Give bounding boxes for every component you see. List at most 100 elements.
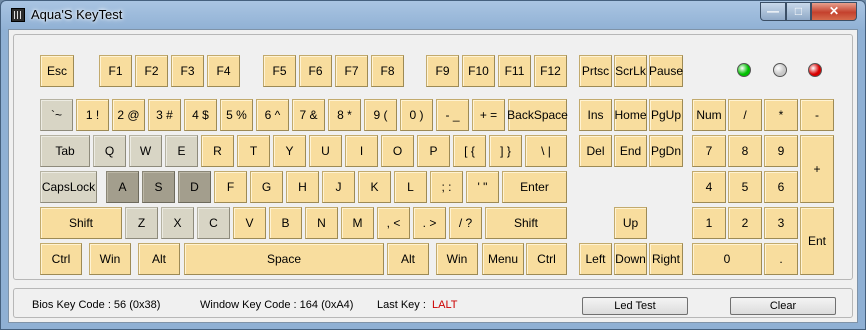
key-f3[interactable]: F3	[171, 55, 204, 87]
key-h[interactable]: H	[286, 171, 319, 203]
key-f1[interactable]: F1	[99, 55, 132, 87]
key-r[interactable]: R	[201, 135, 234, 167]
key-numpad-8[interactable]: 8	[728, 135, 762, 167]
key-prtsc[interactable]: Prtsc	[579, 55, 612, 87]
key-capslock[interactable]: CapsLock	[40, 171, 97, 203]
key-o[interactable]: O	[381, 135, 414, 167]
key-numpad-multiply[interactable]: *	[764, 99, 798, 131]
key-semicolon[interactable]: ; :	[430, 171, 463, 203]
key-5[interactable]: 5 %	[220, 99, 253, 131]
key-esc[interactable]: Esc	[40, 55, 74, 87]
key-numpad-add[interactable]: +	[800, 135, 834, 203]
key-x[interactable]: X	[161, 207, 194, 239]
key-end[interactable]: End	[614, 135, 647, 167]
key-f8[interactable]: F8	[371, 55, 404, 87]
key-right-ctrl[interactable]: Ctrl	[526, 243, 567, 275]
key-f12[interactable]: F12	[534, 55, 567, 87]
key-quote[interactable]: ' "	[466, 171, 499, 203]
key-numpad-divide[interactable]: /	[728, 99, 762, 131]
key-period[interactable]: . >	[413, 207, 446, 239]
key-arrow-up[interactable]: Up	[614, 207, 647, 239]
key-del[interactable]: Del	[579, 135, 612, 167]
key-arrow-down[interactable]: Down	[614, 243, 647, 275]
key-2[interactable]: 2 @	[112, 99, 145, 131]
key-p[interactable]: P	[417, 135, 450, 167]
key-0[interactable]: 0 )	[400, 99, 433, 131]
key-left-bracket[interactable]: [ {	[453, 135, 486, 167]
key-4[interactable]: 4 $	[184, 99, 217, 131]
key-f6[interactable]: F6	[299, 55, 332, 87]
key-f11[interactable]: F11	[498, 55, 531, 87]
key-3[interactable]: 3 #	[148, 99, 181, 131]
key-tab[interactable]: Tab	[40, 135, 90, 167]
key-home[interactable]: Home	[614, 99, 647, 131]
key-ins[interactable]: Ins	[579, 99, 612, 131]
key-backtick[interactable]: `~	[40, 99, 73, 131]
key-t[interactable]: T	[237, 135, 270, 167]
key-i[interactable]: I	[345, 135, 378, 167]
key-space[interactable]: Space	[184, 243, 384, 275]
key-f9[interactable]: F9	[426, 55, 459, 87]
maximize-button[interactable]: □	[786, 2, 811, 21]
key-left-shift[interactable]: Shift	[40, 207, 122, 239]
key-f[interactable]: F	[214, 171, 247, 203]
key-right-shift[interactable]: Shift	[485, 207, 567, 239]
key-l[interactable]: L	[394, 171, 427, 203]
key-j[interactable]: J	[322, 171, 355, 203]
close-button[interactable]: ✕	[811, 2, 857, 21]
key-right-bracket[interactable]: ] }	[489, 135, 522, 167]
key-f5[interactable]: F5	[263, 55, 296, 87]
key-y[interactable]: Y	[273, 135, 306, 167]
key-arrow-right[interactable]: Right	[649, 243, 683, 275]
key-numpad-0[interactable]: 0	[692, 243, 762, 275]
key-numpad-9[interactable]: 9	[764, 135, 798, 167]
key-pgup[interactable]: PgUp	[649, 99, 683, 131]
key-f7[interactable]: F7	[335, 55, 368, 87]
key-6[interactable]: 6 ^	[256, 99, 289, 131]
key-b[interactable]: B	[269, 207, 302, 239]
key-numpad-6[interactable]: 6	[764, 171, 798, 203]
key-pgdn[interactable]: PgDn	[649, 135, 683, 167]
key-numpad-decimal[interactable]: .	[764, 243, 798, 275]
key-numpad-5[interactable]: 5	[728, 171, 762, 203]
key-z[interactable]: Z	[125, 207, 158, 239]
key-enter[interactable]: Enter	[502, 171, 567, 203]
key-m[interactable]: M	[341, 207, 374, 239]
key-minus[interactable]: - _	[436, 99, 469, 131]
key-c[interactable]: C	[197, 207, 230, 239]
key-n[interactable]: N	[305, 207, 338, 239]
key-f4[interactable]: F4	[207, 55, 240, 87]
key-left-ctrl[interactable]: Ctrl	[40, 243, 82, 275]
key-left-win[interactable]: Win	[89, 243, 131, 275]
key-scrlk[interactable]: ScrLk	[614, 55, 647, 87]
key-a[interactable]: A	[106, 171, 139, 203]
key-menu[interactable]: Menu	[482, 243, 524, 275]
key-numpad-enter[interactable]: Ent	[800, 207, 834, 275]
key-8[interactable]: 8 *	[328, 99, 361, 131]
key-numlock[interactable]: Num	[692, 99, 726, 131]
key-7[interactable]: 7 &	[292, 99, 325, 131]
key-numpad-3[interactable]: 3	[764, 207, 798, 239]
clear-button[interactable]: Clear	[730, 297, 836, 315]
key-s[interactable]: S	[142, 171, 175, 203]
led-test-button[interactable]: Led Test	[582, 297, 688, 315]
key-v[interactable]: V	[233, 207, 266, 239]
key-g[interactable]: G	[250, 171, 283, 203]
key-u[interactable]: U	[309, 135, 342, 167]
key-left-alt[interactable]: Alt	[138, 243, 180, 275]
key-right-alt[interactable]: Alt	[387, 243, 429, 275]
key-numpad-2[interactable]: 2	[728, 207, 762, 239]
key-comma[interactable]: , <	[377, 207, 410, 239]
key-numpad-4[interactable]: 4	[692, 171, 726, 203]
key-9[interactable]: 9 (	[364, 99, 397, 131]
title-bar[interactable]: Aqua'S KeyTest — □ ✕	[1, 1, 865, 29]
key-1[interactable]: 1 !	[76, 99, 109, 131]
key-d[interactable]: D	[178, 171, 211, 203]
key-f10[interactable]: F10	[462, 55, 495, 87]
key-q[interactable]: Q	[93, 135, 126, 167]
key-numpad-7[interactable]: 7	[692, 135, 726, 167]
key-backspace[interactable]: BackSpace	[507, 99, 568, 131]
minimize-button[interactable]: —	[760, 2, 786, 21]
key-slash[interactable]: / ?	[449, 207, 482, 239]
key-right-win[interactable]: Win	[436, 243, 478, 275]
